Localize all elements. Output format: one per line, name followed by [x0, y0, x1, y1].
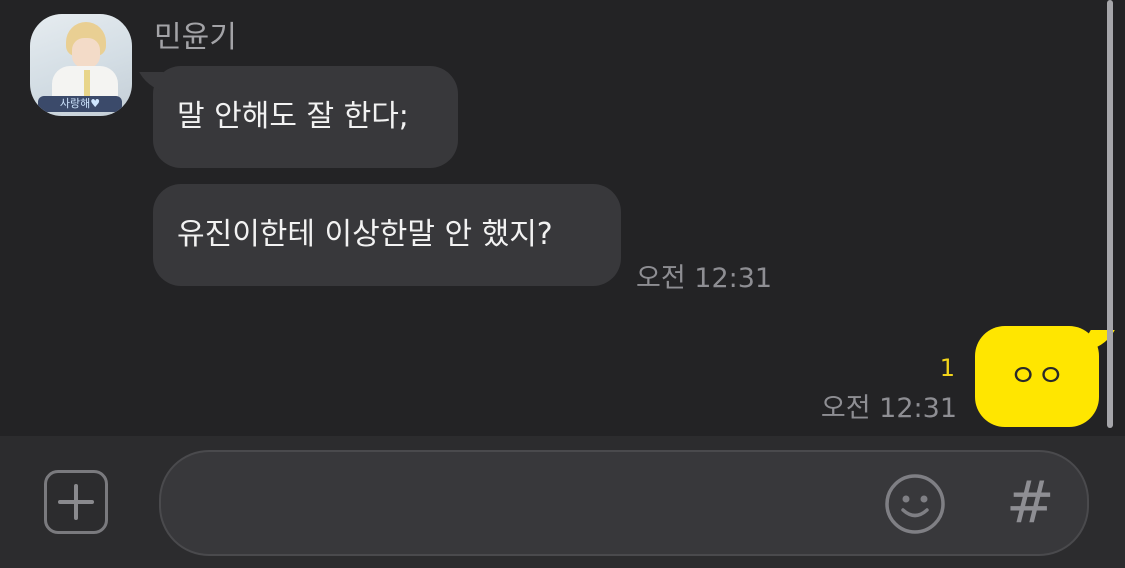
scrollbar[interactable]	[1107, 0, 1113, 428]
incoming-message-bubble[interactable]: 말 안해도 잘 한다;	[153, 66, 458, 168]
avatar-tie	[84, 70, 90, 96]
emoji-button[interactable]	[884, 473, 946, 535]
outgoing-timestamp: 오전 12:31	[820, 393, 957, 424]
hash-icon[interactable]: #	[1006, 470, 1055, 534]
message-input[interactable]	[159, 450, 1089, 556]
chat-area[interactable]: 사랑해♥ 민윤기 말 안해도 잘 한다; 유진이한테 이상한말 안 했지? 오전…	[0, 0, 1125, 436]
outgoing-message-bubble[interactable]: ㅇㅇ	[975, 326, 1099, 427]
avatar-caption: 사랑해♥	[38, 96, 122, 112]
avatar-face	[72, 38, 100, 68]
sender-name[interactable]: 민윤기	[154, 12, 237, 56]
incoming-message-bubble[interactable]: 유진이한테 이상한말 안 했지?	[153, 184, 621, 286]
unread-count-badge: 1	[939, 354, 955, 382]
smiley-icon	[885, 474, 945, 534]
incoming-timestamp: 오전 12:31	[636, 263, 773, 294]
avatar[interactable]: 사랑해♥	[30, 14, 132, 116]
attach-plus-button[interactable]	[44, 470, 108, 534]
